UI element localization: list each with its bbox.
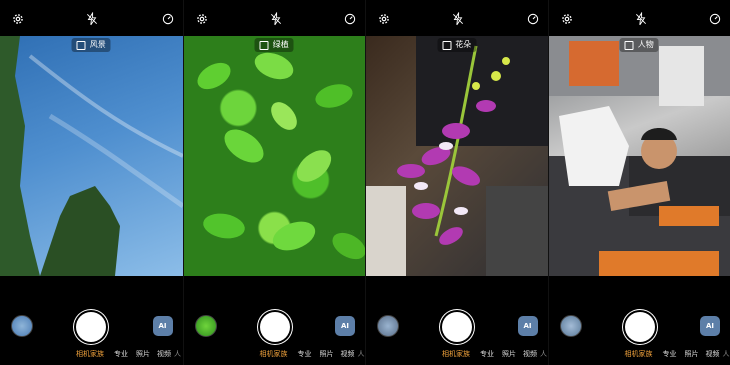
camera-panel-flowers: 花朵 AI 相机家族 专业 照片 视频 人 xyxy=(365,0,548,365)
flash-off-icon[interactable] xyxy=(634,12,648,26)
ai-toggle-button[interactable]: AI xyxy=(152,316,173,336)
scene-label: 花朵 xyxy=(455,40,472,49)
timer-icon[interactable] xyxy=(343,12,357,26)
camera-panel-landscape: 风景 AI 相机家族 专业 照片 视频 人 xyxy=(0,0,183,365)
shutter-button[interactable] xyxy=(442,312,472,342)
timer-icon[interactable] xyxy=(708,12,722,26)
scene-label: 人物 xyxy=(637,40,654,49)
settings-gear-icon[interactable] xyxy=(11,12,25,26)
mode-video[interactable]: 视频 xyxy=(523,349,537,359)
mode-selector: 相机家族 专业 照片 视频 人 xyxy=(549,349,730,361)
ai-label: AI xyxy=(340,322,350,330)
mode-portrait[interactable]: 人 xyxy=(540,349,547,359)
settings-gear-icon[interactable] xyxy=(377,12,391,26)
ai-toggle-button[interactable]: AI xyxy=(517,316,538,336)
ai-toggle-button[interactable]: AI xyxy=(700,316,720,336)
plant-icon xyxy=(259,40,269,50)
person-icon xyxy=(624,40,634,50)
flash-off-icon[interactable] xyxy=(451,12,465,26)
camera-comparison-strip: 风景 AI 相机家族 专业 照片 视频 人 绿植 AI 相机家族 专业 照片 视… xyxy=(0,0,730,365)
gallery-thumbnail[interactable] xyxy=(11,315,33,337)
shutter-button[interactable] xyxy=(76,312,106,342)
scene-detection-chip: 绿植 xyxy=(254,38,294,52)
gallery-thumbnail[interactable] xyxy=(559,315,582,337)
gallery-thumbnail[interactable] xyxy=(377,315,399,337)
mode-pro[interactable]: 专业 xyxy=(298,349,312,359)
timer-icon[interactable] xyxy=(161,12,175,26)
scene-detection-chip: 风景 xyxy=(71,38,111,52)
ai-label: AI xyxy=(523,322,532,330)
flash-off-icon[interactable] xyxy=(85,12,99,26)
top-bar xyxy=(184,0,366,36)
mode-camera-family[interactable]: 相机家族 xyxy=(625,349,653,359)
viewfinder-preview[interactable]: 花朵 xyxy=(366,36,548,276)
mode-selector: 相机家族 专业 照片 视频 人 xyxy=(184,349,366,361)
scene-detection-chip: 花朵 xyxy=(437,38,477,52)
viewfinder-preview[interactable]: 风景 xyxy=(0,36,183,276)
gallery-thumbnail[interactable] xyxy=(194,315,217,337)
mode-photo[interactable]: 照片 xyxy=(136,349,150,359)
ai-toggle-button[interactable]: AI xyxy=(335,316,355,336)
bottom-controls: AI 相机家族 专业 照片 视频 人 xyxy=(549,276,730,365)
flower-icon xyxy=(442,40,452,50)
settings-gear-icon[interactable] xyxy=(195,12,209,26)
mode-photo[interactable]: 照片 xyxy=(320,349,334,359)
viewfinder-preview[interactable]: 人物 xyxy=(548,36,730,276)
camera-panel-plants: 绿植 AI 相机家族 专业 照片 视频 人 xyxy=(182,0,366,365)
mode-pro[interactable]: 专业 xyxy=(480,349,494,359)
camera-panel-person: 人物 AI 相机家族 专业 照片 视频 人 xyxy=(547,0,730,365)
mode-photo[interactable]: 照片 xyxy=(685,349,699,359)
mode-video[interactable]: 视频 xyxy=(157,349,171,359)
mode-portrait[interactable]: 人 xyxy=(174,349,181,359)
bottom-controls: AI 相机家族 专业 照片 视频 人 xyxy=(366,276,548,365)
mode-camera-family[interactable]: 相机家族 xyxy=(76,349,104,359)
mode-photo[interactable]: 照片 xyxy=(502,349,516,359)
shutter-button[interactable] xyxy=(259,312,290,342)
flash-off-icon[interactable] xyxy=(269,12,283,26)
shutter-button[interactable] xyxy=(624,312,655,342)
mode-camera-family[interactable]: 相机家族 xyxy=(260,349,288,359)
mode-portrait[interactable]: 人 xyxy=(723,349,730,359)
bottom-controls: AI 相机家族 专业 照片 视频 人 xyxy=(184,276,366,365)
mode-selector: 相机家族 专业 照片 视频 人 xyxy=(366,349,548,361)
timer-icon[interactable] xyxy=(526,12,540,26)
bottom-controls: AI 相机家族 专业 照片 视频 人 xyxy=(0,276,183,365)
mode-selector: 相机家族 专业 照片 视频 人 xyxy=(0,349,183,361)
top-bar xyxy=(549,0,730,36)
mode-portrait[interactable]: 人 xyxy=(358,349,365,359)
mode-video[interactable]: 视频 xyxy=(706,349,720,359)
scene-label: 风景 xyxy=(89,40,106,49)
mode-pro[interactable]: 专业 xyxy=(663,349,677,359)
ai-label: AI xyxy=(158,322,167,330)
viewfinder-preview[interactable]: 绿植 xyxy=(183,36,365,276)
scene-detection-chip: 人物 xyxy=(619,38,659,52)
mode-video[interactable]: 视频 xyxy=(341,349,355,359)
landscape-icon xyxy=(76,40,86,50)
top-bar xyxy=(366,0,548,36)
ai-label: AI xyxy=(705,322,715,330)
mode-camera-family[interactable]: 相机家族 xyxy=(442,349,470,359)
mode-pro[interactable]: 专业 xyxy=(114,349,128,359)
scene-label: 绿植 xyxy=(272,40,289,49)
top-bar xyxy=(0,0,183,36)
settings-gear-icon[interactable] xyxy=(560,12,574,26)
